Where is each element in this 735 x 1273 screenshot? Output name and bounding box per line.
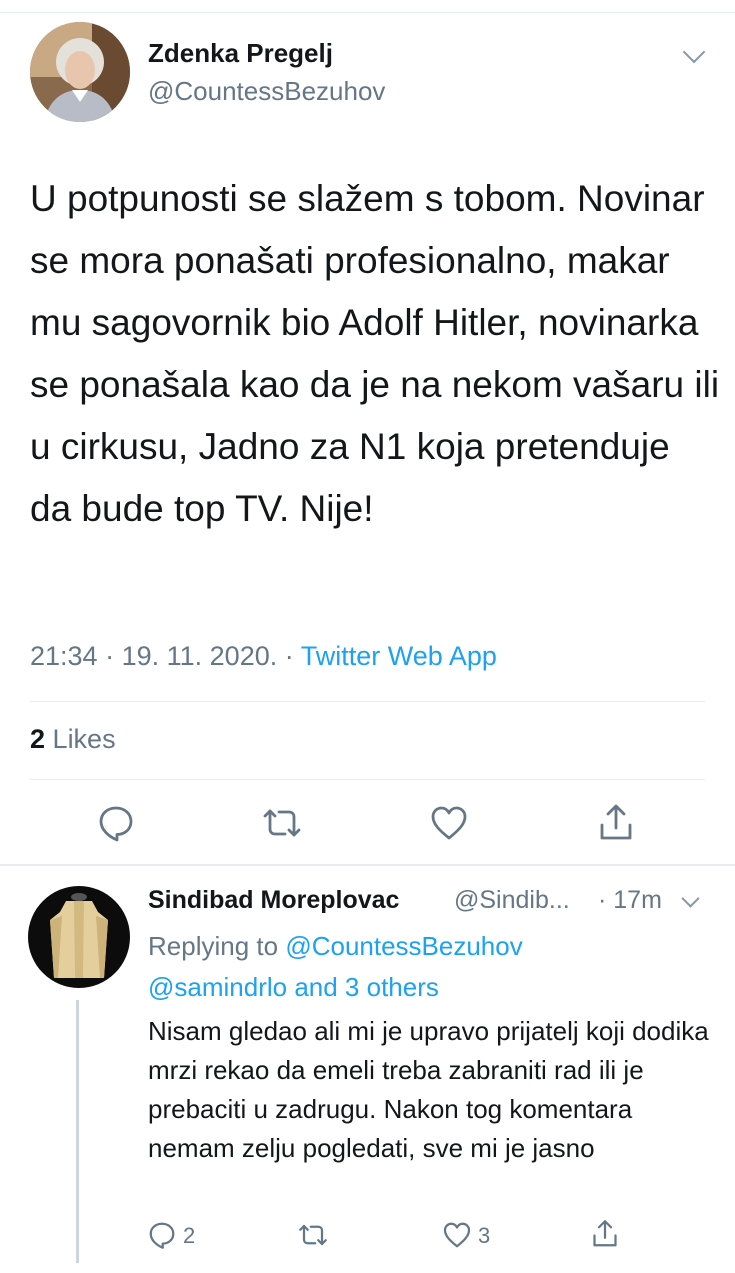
reply-author-avatar[interactable] [28, 886, 130, 988]
reply-time-value: 17m [613, 886, 662, 914]
replying-prefix: Replying to [148, 931, 279, 961]
tweet-text: U potpunosti se slažem s tobom. Novinar … [30, 178, 720, 529]
reply-count: 2 [183, 1223, 196, 1248]
top-divider [0, 12, 735, 13]
replying-to: Replying to @CountessBezuhov @samindrlo … [148, 926, 708, 1008]
like-count: 3 [478, 1223, 491, 1248]
share-icon[interactable] [590, 1219, 620, 1249]
author-avatar[interactable] [30, 22, 130, 122]
tweet-date: 19. 11. 2020. [121, 641, 278, 671]
tweet-meta: 21:34 · 19. 11. 2020. · Twitter Web App [30, 641, 497, 672]
divider [30, 779, 705, 780]
reply-icon[interactable] [96, 803, 136, 843]
likes-summary[interactable]: 2 Likes [30, 724, 116, 755]
chevron-down-icon[interactable] [681, 889, 700, 908]
chevron-down-icon[interactable] [682, 40, 706, 64]
retweet-icon[interactable] [262, 803, 302, 843]
like-icon[interactable] [442, 1220, 472, 1250]
reply-text: Nisam gledao ali mi je upravo prijatelj … [148, 1016, 709, 1163]
like-icon[interactable] [429, 803, 469, 843]
reply-author-name[interactable]: Sindibad Moreplovac [148, 886, 399, 915]
reply-author-handle[interactable]: @Sindib... [454, 886, 570, 915]
meta-separator: · [284, 641, 301, 671]
replying-to-link[interactable]: @CountessBezuhov [285, 931, 522, 961]
author-handle[interactable]: @CountessBezuhov [148, 76, 385, 107]
author-name[interactable]: Zdenka Pregelj [148, 38, 333, 69]
replying-others-link[interactable]: @samindrlo and 3 others [148, 972, 439, 1002]
likes-count: 2 [30, 724, 46, 754]
divider [30, 701, 705, 702]
share-icon[interactable] [596, 803, 636, 843]
likes-label: Likes [52, 724, 116, 754]
retweet-icon[interactable] [298, 1220, 328, 1250]
tweet-time: 21:34 [30, 641, 98, 671]
section-divider [0, 864, 735, 866]
reply-timestamp: · 17m [598, 886, 662, 914]
meta-separator: · [105, 641, 122, 671]
tweet-source-link[interactable]: Twitter Web App [301, 641, 497, 671]
thread-line [76, 1000, 79, 1263]
reply-icon[interactable] [147, 1220, 177, 1250]
